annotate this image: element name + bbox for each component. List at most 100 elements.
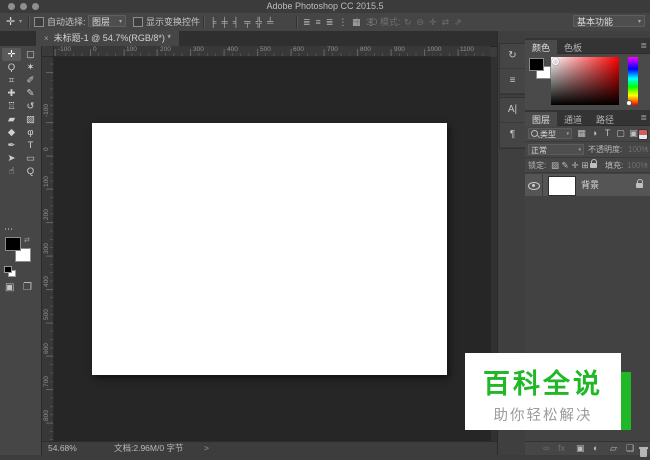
layers-panel-tabs: 图层 通道 路径 ≣ (525, 110, 650, 128)
hue-slider[interactable] (626, 57, 638, 106)
auto-select-checkbox[interactable] (34, 17, 44, 27)
filter-shape-layers-icon[interactable]: ▢ (614, 126, 627, 141)
panel-menu-icon[interactable]: ≣ (640, 41, 647, 50)
layer-lock-icon (636, 179, 643, 188)
edit-toolbar-icon[interactable]: ⋯ (4, 224, 13, 235)
lasso-tool[interactable]: Ϙ (2, 61, 21, 74)
lock-position-icon[interactable]: ✛ (570, 158, 580, 172)
blend-mode-dropdown[interactable]: ▾ 正常 (528, 144, 584, 155)
align-right-icon[interactable]: ╡ (233, 17, 239, 27)
fill-caret-icon[interactable]: ▾ (645, 158, 648, 173)
adjustment-layer-icon[interactable]: ◐ (593, 442, 598, 455)
hand-tool[interactable]: ☝ (2, 165, 21, 178)
zoom-window-button[interactable] (32, 3, 39, 10)
ruler-label: 0 (43, 147, 50, 151)
rectangular-marquee-tool[interactable]: ▢ (21, 48, 40, 61)
layer-style-icon[interactable]: fx (558, 442, 565, 455)
brush-tool[interactable]: ✎ (21, 87, 40, 100)
gradient-tool[interactable]: ▧ (21, 113, 40, 126)
dodge-tool[interactable]: φ (21, 126, 40, 139)
vertical-ruler[interactable]: -1000100200300400500600700800900 (42, 57, 54, 441)
align-left-icon[interactable]: ╞ (210, 17, 216, 27)
eye-icon[interactable] (528, 182, 540, 190)
distribute-top-icon[interactable]: ≣ (303, 17, 311, 27)
canvas[interactable] (92, 123, 447, 375)
filter-type-layers-icon[interactable]: T (601, 126, 614, 141)
visibility-cell[interactable] (525, 174, 543, 196)
layer-filter-buttons: ▦ ◑ T ▢ ▣ (575, 126, 640, 141)
layer-thumbnail[interactable] (548, 176, 576, 196)
tool-preset-caret-icon[interactable]: ▾ (19, 13, 22, 31)
type-tool[interactable]: T (21, 139, 40, 152)
lock-image-icon[interactable]: ✎ (560, 158, 570, 172)
delete-layer-icon[interactable] (639, 447, 648, 457)
layer-filter-dropdown[interactable]: 类型 ▾ (528, 128, 572, 139)
eraser-tool[interactable]: ▰ (2, 113, 21, 126)
workspace-dropdown[interactable]: ▾ 基本功能 (573, 15, 645, 27)
distribute-v-center-icon[interactable]: ≡ (316, 17, 321, 27)
blend-mode-row: ▾ 正常 不透明度: 100% ▾ (525, 142, 650, 158)
ruler-label: 600 (293, 46, 304, 53)
opacity-caret-icon[interactable]: ▾ (645, 142, 648, 157)
quick-mask-button[interactable]: ▣ (5, 282, 14, 293)
lock-all-icon[interactable] (590, 159, 597, 168)
lock-transparency-icon[interactable]: ▨ (550, 158, 560, 172)
screen-mode-button[interactable]: ❐ (23, 282, 32, 293)
auto-select-dropdown[interactable]: ▾ 图层 (88, 15, 126, 27)
filter-pixel-layers-icon[interactable]: ▦ (575, 126, 588, 141)
layer-mask-icon[interactable]: ▣ (576, 442, 585, 455)
window-title: Adobe Photoshop CC 2015.5 (266, 1, 384, 11)
layer-row-background[interactable]: 背景 (525, 174, 650, 196)
color-foreground-swatch[interactable] (529, 58, 544, 71)
zoom-tool[interactable]: Q (21, 165, 40, 178)
history-panel-icon[interactable]: ↻ (500, 44, 525, 69)
paragraph-panel-icon[interactable]: ¶ (500, 123, 525, 148)
ruler-label: 400 (43, 276, 50, 287)
zoom-level-field[interactable]: 54.68% (48, 442, 77, 455)
3d-rotate-icon: ↻ (404, 17, 412, 27)
spot-healing-brush-tool[interactable]: ✚ (2, 87, 21, 100)
distribute-left-icon[interactable]: ⋮ (338, 17, 347, 27)
lock-artboard-icon[interactable]: ⊞ (580, 158, 590, 172)
new-group-icon[interactable]: ▱ (610, 442, 617, 455)
close-window-button[interactable] (8, 3, 15, 10)
align-top-icon[interactable]: ╤ (244, 17, 250, 27)
blur-tool[interactable]: ◆ (2, 126, 21, 139)
properties-panel-icon[interactable]: ≡ (500, 69, 525, 94)
status-chevron-icon[interactable]: > (204, 442, 209, 455)
align-bottom-icon[interactable]: ╧ (267, 17, 273, 27)
color-marker (552, 58, 559, 65)
3d-slide-icon: ⇄ (441, 17, 450, 27)
saturation-brightness-square[interactable] (551, 57, 619, 105)
minimize-window-button[interactable] (20, 3, 27, 10)
quick-selection-tool[interactable]: ✶ (21, 61, 40, 74)
ruler-origin-corner[interactable] (42, 46, 54, 57)
new-layer-icon[interactable]: ❑ (626, 442, 634, 455)
panel-menu-icon[interactable]: ≣ (640, 113, 647, 122)
default-colors-icon[interactable] (4, 266, 12, 273)
rectangle-tool[interactable]: ▭ (21, 152, 40, 165)
eyedropper-tool[interactable]: ✐ (21, 74, 40, 87)
link-layers-icon[interactable]: ∞ (543, 442, 549, 455)
move-tool-options-icon[interactable]: ✛ (6, 13, 15, 31)
pen-tool[interactable]: ✒ (2, 139, 21, 152)
show-transform-checkbox[interactable] (133, 17, 143, 27)
close-tab-icon[interactable]: × (44, 34, 49, 43)
horizontal-ruler[interactable]: -100 0 100 200 300 400 500 600 700 800 900 1000 1100… (54, 46, 490, 57)
align-icons-group: ╞ ╪ ╡ ╤ ╬ ╧ (210, 17, 273, 27)
document-tab[interactable]: × 未标题-1 @ 54.7%(RGB/8*) * (36, 31, 179, 46)
history-brush-tool[interactable]: ↺ (21, 100, 40, 113)
lock-row: 锁定: ▨ ✎ ✛ ⊞ 填充: 100% ▾ (525, 158, 650, 173)
move-tool[interactable]: ✛ (2, 48, 21, 61)
align-v-center-icon[interactable]: ╬ (256, 17, 262, 27)
character-panel-icon[interactable]: A| (500, 98, 525, 123)
distribute-bottom-icon[interactable]: ≣ (326, 17, 334, 27)
path-selection-tool[interactable]: ➤ (2, 152, 21, 165)
auto-align-icon[interactable]: ▦ (352, 13, 361, 31)
crop-tool[interactable]: ⌗ (2, 74, 21, 87)
filter-adjustment-layers-icon[interactable]: ◑ (588, 126, 601, 141)
clone-stamp-tool[interactable]: ♖ (2, 100, 21, 113)
foreground-color-swatch[interactable] (5, 237, 21, 251)
layer-filter-toggle[interactable] (638, 129, 648, 140)
align-h-center-icon[interactable]: ╪ (221, 17, 227, 27)
